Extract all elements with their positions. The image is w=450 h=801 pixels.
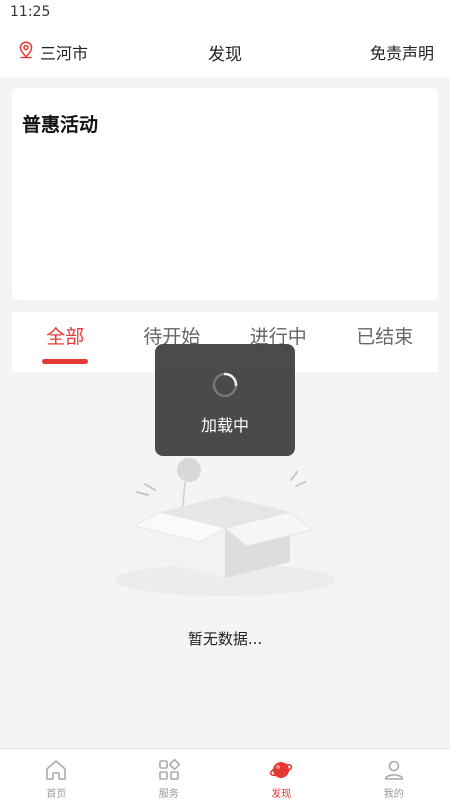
home-icon bbox=[44, 758, 68, 782]
loading-spinner-icon bbox=[209, 369, 241, 401]
nav-mine[interactable]: 我的 bbox=[338, 749, 450, 801]
city-label: 三河市 bbox=[40, 40, 88, 64]
nav-label: 首页 bbox=[46, 785, 66, 800]
nav-label: 我的 bbox=[384, 785, 404, 800]
planet-icon bbox=[269, 758, 293, 782]
tab-ended[interactable]: 已结束 bbox=[332, 312, 439, 372]
tab-label: 全部 bbox=[12, 322, 119, 349]
promo-card: 普惠活动 bbox=[12, 88, 438, 300]
active-tab-indicator bbox=[42, 359, 88, 364]
tab-label: 已结束 bbox=[332, 322, 439, 349]
header: 三河市 发现 免责声明 bbox=[0, 26, 450, 78]
nav-label: 发现 bbox=[271, 785, 291, 800]
nav-discover[interactable]: 发现 bbox=[225, 749, 338, 801]
city-selector[interactable]: 三河市 bbox=[18, 40, 88, 64]
nav-home[interactable]: 首页 bbox=[0, 749, 113, 801]
promo-title: 普惠活动 bbox=[22, 110, 98, 137]
nav-label: 服务 bbox=[159, 785, 179, 800]
bottom-nav: 首页 服务 发现 我的 bbox=[0, 748, 450, 801]
status-bar: 11:25 bbox=[0, 0, 450, 26]
user-icon bbox=[382, 758, 406, 782]
location-pin-icon bbox=[18, 41, 34, 63]
status-time: 11:25 bbox=[10, 4, 50, 20]
nav-services[interactable]: 服务 bbox=[113, 749, 226, 801]
loading-toast: 加载中 bbox=[155, 344, 295, 456]
empty-box-illustration bbox=[105, 452, 345, 602]
grid-icon bbox=[157, 758, 181, 782]
tab-all[interactable]: 全部 bbox=[12, 312, 119, 372]
loading-text: 加载中 bbox=[155, 412, 295, 436]
empty-state-text: 暂无数据... bbox=[0, 628, 450, 649]
disclaimer-link[interactable]: 免责声明 bbox=[370, 40, 434, 64]
